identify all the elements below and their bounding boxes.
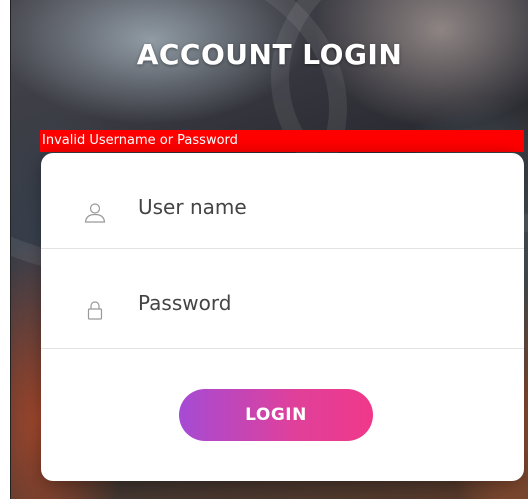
- login-button[interactable]: LOGIN: [179, 389, 373, 441]
- login-background: ACCOUNT LOGIN Invalid Username or Passwo…: [10, 0, 528, 499]
- username-input[interactable]: [138, 195, 468, 219]
- login-card: LOGIN: [41, 153, 524, 481]
- user-icon: [84, 203, 106, 223]
- lock-icon: [87, 301, 103, 320]
- username-row: [41, 153, 524, 249]
- error-message: Invalid Username or Password: [40, 130, 524, 152]
- password-row: [41, 253, 524, 349]
- page-title: ACCOUNT LOGIN: [136, 38, 403, 71]
- password-input[interactable]: [138, 291, 468, 315]
